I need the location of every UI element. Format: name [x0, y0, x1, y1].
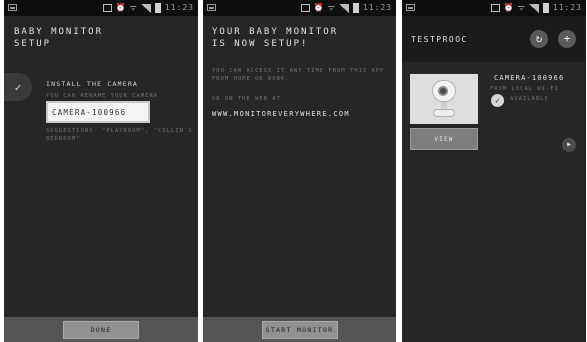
signal-icon — [140, 3, 151, 13]
app-name: TESTPROOC — [411, 35, 468, 44]
app-header: TESTPROOC ↻ + — [402, 16, 586, 62]
signal-icon — [338, 3, 349, 13]
page-title: YOUR BABY MONITOR IS NOW SETUP! — [212, 27, 339, 49]
status-time: 11:23 — [164, 3, 194, 12]
check-icon: ✓ — [4, 73, 32, 101]
alarm-icon: ⏰ — [503, 3, 514, 12]
step-label: INSTALL THE CAMERA — [46, 80, 139, 88]
wifi-icon: ᯤ — [129, 3, 137, 12]
battery-icon — [352, 3, 359, 13]
sim-icon — [490, 4, 500, 12]
connection-type: FROM LOCAL WI-FI — [490, 86, 559, 92]
camera-name-input[interactable] — [46, 101, 150, 123]
done-button[interactable]: DONE — [63, 320, 139, 339]
play-icon[interactable]: ▶ — [562, 138, 576, 152]
app-icon — [406, 4, 415, 11]
camera-list-screen: ⏰ ᯤ 11:23 TESTPROOC ↻ + VIEW CAMERA-1009… — [402, 0, 586, 342]
alarm-icon: ⏰ — [115, 3, 126, 12]
wifi-icon: ᯤ — [517, 3, 525, 12]
setup-screen: ⏰ ᯤ 11:23 BABY MONITOR SETUP ✓ INSTALL T… — [4, 0, 198, 342]
camera-name: CAMERA-100966 — [494, 74, 565, 82]
bottom-bar: START MONITOR — [203, 317, 396, 342]
bottom-bar: DONE — [4, 317, 198, 342]
status-time: 11:23 — [552, 3, 582, 12]
battery-icon — [154, 3, 161, 13]
web-info: OR ON THE WEB AT — [212, 96, 281, 102]
battery-icon — [542, 3, 549, 13]
setup-complete-screen: ⏰ ᯤ 11:23 YOUR BABY MONITOR IS NOW SETUP… — [203, 0, 396, 342]
website-link[interactable]: WWW.MONITOREVERYWHERE.COM — [212, 110, 350, 118]
status-badge: AVAILABLE — [510, 96, 549, 102]
app-icon — [8, 4, 17, 11]
status-bar: ⏰ ᯤ 11:23 — [203, 0, 396, 16]
status-bar: ⏰ ᯤ 11:23 — [402, 0, 586, 16]
name-suggestions: SUGGESTIONS: "PLAYROOM", "COLLIN'S BEDRO… — [46, 128, 193, 142]
status-time: 11:23 — [362, 3, 392, 12]
wifi-icon: ᯤ — [327, 3, 335, 12]
available-check-icon: ✓ — [491, 94, 504, 107]
camera-thumbnail[interactable] — [410, 74, 478, 124]
start-monitor-button[interactable]: START MONITOR — [261, 320, 338, 339]
signal-icon — [528, 3, 539, 13]
page-title: BABY MONITOR SETUP — [14, 27, 104, 49]
sim-icon — [300, 4, 310, 12]
add-icon[interactable]: + — [558, 30, 576, 48]
app-icon — [207, 4, 216, 11]
refresh-icon[interactable]: ↻ — [530, 30, 548, 48]
alarm-icon: ⏰ — [313, 3, 324, 12]
status-bar: ⏰ ᯤ 11:23 — [4, 0, 198, 16]
sim-icon — [102, 4, 112, 12]
camera-icon — [431, 80, 457, 118]
view-button[interactable]: VIEW — [410, 128, 478, 150]
access-info: YOU CAN ACCESS IT ANY TIME FROM THIS APP… — [212, 68, 385, 82]
rename-hint: YOU CAN RENAME YOUR CAMERA — [46, 93, 159, 99]
